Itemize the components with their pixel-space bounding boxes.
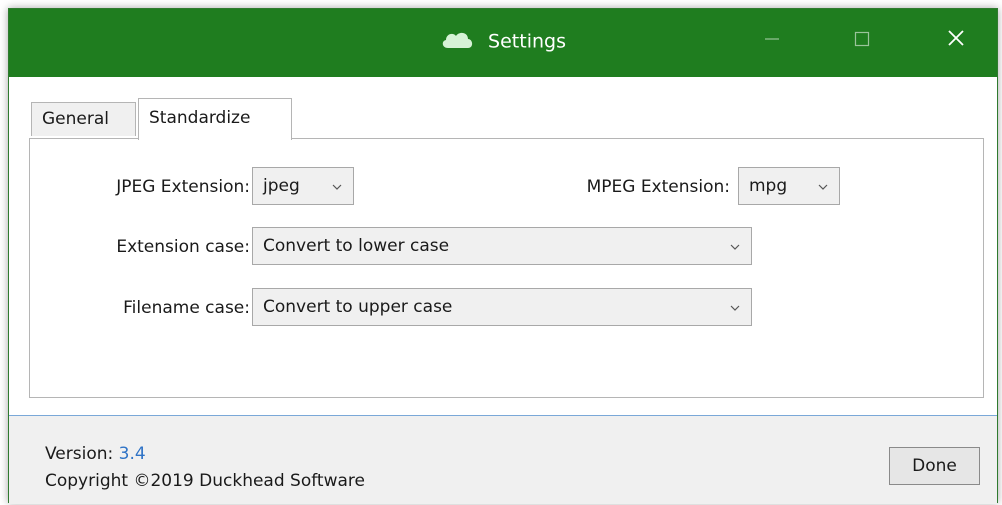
close-button[interactable] [933, 23, 979, 61]
version-number[interactable]: 3.4 [119, 444, 146, 464]
title-bar[interactable]: Settings [9, 9, 997, 77]
minimize-icon [765, 38, 779, 40]
mpeg-extension-value: mpg [749, 176, 788, 196]
tab-standardize[interactable]: Standardize [138, 98, 292, 140]
extension-case-label: Extension case: [116, 237, 250, 257]
filename-case-value: Convert to upper case [263, 297, 453, 317]
window-title: Settings [488, 30, 566, 53]
tab-general[interactable]: General [31, 102, 136, 136]
mpeg-extension-label: MPEG Extension: [586, 177, 730, 197]
footer: Version: 3.4 Copyright ©2019 Duckhead So… [9, 415, 997, 504]
done-button[interactable]: Done [889, 447, 980, 485]
cloud-icon [440, 29, 474, 54]
chevron-down-icon [817, 178, 829, 198]
chevron-down-icon [331, 178, 343, 198]
mpeg-extension-combo[interactable]: mpg [738, 167, 840, 205]
close-icon [948, 30, 964, 46]
jpeg-extension-label: JPEG Extension: [116, 177, 250, 197]
extension-case-combo[interactable]: Convert to lower case [252, 227, 752, 265]
filename-case-combo[interactable]: Convert to upper case [252, 288, 752, 326]
maximize-button[interactable] [839, 23, 885, 61]
version-label: Version: [45, 444, 114, 464]
settings-window: Settings General Standardize JPEG Extens… [8, 8, 998, 504]
jpeg-extension-value: jpeg [263, 176, 300, 196]
maximize-icon [854, 31, 870, 47]
chevron-down-icon [729, 238, 741, 258]
minimize-button[interactable] [749, 23, 795, 61]
jpeg-extension-combo[interactable]: jpeg [252, 167, 354, 205]
version-text: Version: 3.4 [45, 444, 146, 464]
extension-case-value: Convert to lower case [263, 236, 450, 256]
standardize-panel: JPEG Extension: jpeg MPEG Extension: mpg… [29, 138, 984, 398]
chevron-down-icon [729, 299, 741, 319]
filename-case-label: Filename case: [123, 298, 250, 318]
copyright-text: Copyright ©2019 Duckhead Software [45, 471, 365, 491]
